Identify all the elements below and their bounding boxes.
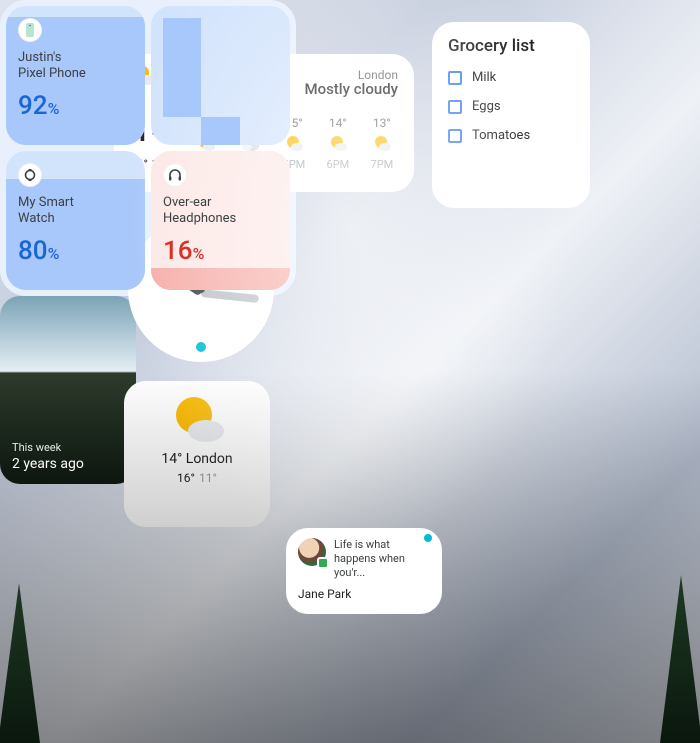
memory-label: This week [12,441,124,454]
unread-dot-icon [424,534,432,542]
memory-time: 2 years ago [12,456,124,472]
sender-name: Jane Park [298,587,430,601]
device-name: Justin'sPixel Phone [18,50,133,83]
phone-icon [18,18,42,42]
chat-widget[interactable]: Life is what happens when you'r... Jane … [286,528,442,614]
chat-app-badge-icon [317,557,329,569]
device-name: Over-earHeadphones [163,195,278,228]
avatar [298,538,326,566]
message-preview: Life is what happens when you'r... [334,538,430,579]
headphones-icon [163,163,187,187]
device-name: My SmartWatch [18,195,133,228]
battery-percent: 16% [163,236,278,266]
photo-memory-widget[interactable]: This week 2 years ago [0,296,136,484]
battery-percent: 92% [18,91,133,121]
battery-percent: 80% [18,236,133,266]
watch-icon [18,163,42,187]
